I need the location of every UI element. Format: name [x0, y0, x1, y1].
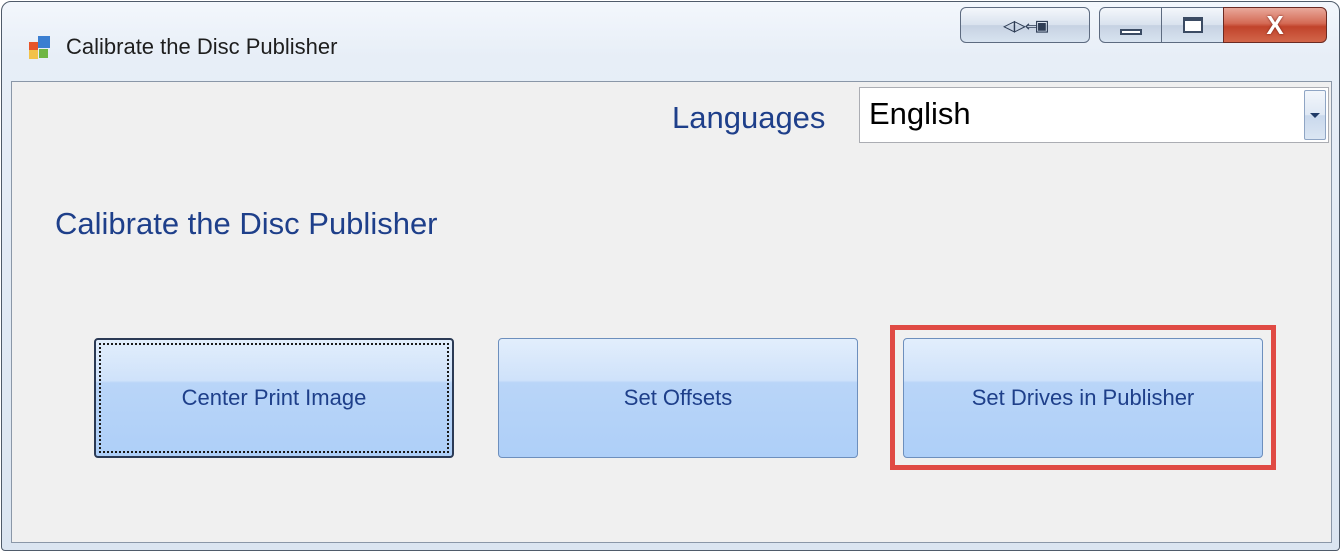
language-selected-value: English — [869, 96, 971, 131]
chevron-down-icon — [1310, 112, 1320, 118]
center-print-image-button[interactable]: Center Print Image — [94, 338, 454, 458]
page-heading: Calibrate the Disc Publisher — [55, 206, 438, 241]
window-title: Calibrate the Disc Publisher — [66, 34, 338, 59]
title-bar[interactable]: Calibrate the Disc Publisher ◁▷⇐▣ X — [2, 2, 1339, 82]
client-area: Languages English Calibrate the Disc Pub… — [11, 81, 1332, 543]
close-button[interactable]: X — [1223, 7, 1327, 43]
set-offsets-label: Set Offsets — [623, 385, 733, 410]
minimize-icon — [1119, 29, 1142, 35]
calibrate-window: Calibrate the Disc Publisher ◁▷⇐▣ X Lang… — [0, 0, 1343, 555]
dock-toggle-button[interactable]: ◁▷⇐▣ — [960, 7, 1090, 43]
app-window-icon — [29, 36, 51, 59]
maximize-icon — [1182, 17, 1203, 33]
center-print-image-label: Center Print Image — [181, 385, 367, 410]
minimize-button[interactable] — [1099, 7, 1162, 43]
maximize-button[interactable] — [1161, 7, 1224, 43]
dropdown-arrow-button[interactable] — [1304, 90, 1326, 140]
set-drives-in-publisher-button[interactable]: Set Drives in Publisher — [903, 338, 1263, 458]
dock-toggle-icon: ◁▷⇐▣ — [1002, 13, 1048, 37]
set-offsets-button[interactable]: Set Offsets — [498, 338, 858, 458]
window-frame: Calibrate the Disc Publisher ◁▷⇐▣ X Lang… — [1, 1, 1340, 551]
language-dropdown[interactable]: English — [859, 87, 1329, 143]
close-icon: X — [1266, 10, 1284, 40]
set-drives-label: Set Drives in Publisher — [971, 385, 1195, 410]
languages-label: Languages — [672, 100, 826, 135]
